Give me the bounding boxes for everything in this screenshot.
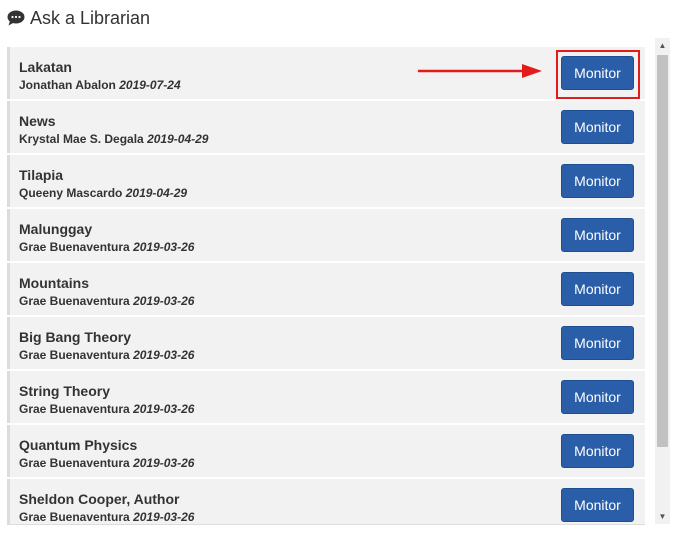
question-title: Lakatan: [19, 59, 72, 75]
scroll-down-arrow-icon[interactable]: ▼: [655, 509, 670, 524]
monitor-button[interactable]: Monitor: [561, 434, 634, 468]
list-item: Tilapia Queeny Mascardo 2019-04-29 Monitor: [7, 155, 645, 207]
question-author: Queeny Mascardo: [19, 186, 123, 200]
question-date: 2019-03-26: [133, 294, 195, 308]
list-item: News Krystal Mae S. Degala 2019-04-29 Moni…: [7, 101, 645, 153]
monitor-button[interactable]: Monitor: [561, 218, 634, 252]
monitor-button[interactable]: Monitor: [561, 326, 634, 360]
question-title: Malunggay: [19, 221, 93, 237]
question-meta: Jonathan Abalon 2019-07-24: [19, 78, 181, 92]
question-title: Sheldon Cooper, Author: [19, 491, 180, 507]
question-date: 2019-07-24: [119, 78, 181, 92]
question-author: Grae Buenaventura: [19, 348, 130, 362]
question-meta: Grae Buenaventura 2019-03-26: [19, 294, 194, 308]
question-meta: Queeny Mascardo 2019-04-29: [19, 186, 187, 200]
scrollbar-thumb[interactable]: [657, 55, 668, 447]
list-item: Malunggay Grae Buenaventura 2019-03-26 Mon…: [7, 209, 645, 261]
question-meta: Grae Buenaventura 2019-03-26: [19, 402, 194, 416]
chat-icon: [7, 10, 25, 26]
question-date: 2019-04-29: [125, 186, 188, 200]
question-title: Mountains: [19, 275, 89, 291]
question-author: Grae Buenaventura: [19, 510, 130, 524]
list-item: Quantum Physics Grae Buenaventura 2019-03…: [7, 425, 645, 477]
scrollbar[interactable]: ▲ ▼: [655, 38, 670, 524]
question-date: 2019-03-26: [133, 510, 195, 524]
question-author: Grae Buenaventura: [19, 402, 130, 416]
question-date: 2019-03-26: [133, 348, 195, 362]
question-date: 2019-03-26: [133, 456, 195, 470]
monitor-button[interactable]: Monitor: [561, 110, 634, 144]
monitor-button[interactable]: Monitor: [561, 272, 634, 306]
question-author: Grae Buenaventura: [19, 294, 130, 308]
question-meta: Grae Buenaventura 2019-03-26: [19, 510, 194, 524]
question-meta: Krystal Mae S. Degala 2019-04-29: [19, 132, 208, 146]
question-date: 2019-03-26: [133, 402, 195, 416]
question-date: 2019-03-26: [133, 240, 195, 254]
question-title: String Theory: [19, 383, 111, 399]
question-title: News: [19, 113, 56, 129]
question-author: Grae Buenaventura: [19, 456, 130, 470]
list-item: Mountains Grae Buenaventura 2019-03-26 Mon…: [7, 263, 645, 315]
monitor-button[interactable]: Monitor: [561, 488, 634, 522]
question-list: Lakatan Jonathan Abalon 2019-07-24 Monitor…: [7, 47, 645, 524]
monitor-button[interactable]: Monitor: [561, 164, 634, 198]
question-title: Quantum Physics: [19, 437, 138, 453]
list-item: Sheldon Cooper, Author Grae Buenaventura …: [7, 479, 645, 524]
question-list-viewport[interactable]: Lakatan Jonathan Abalon 2019-07-24 Monitor…: [7, 47, 645, 525]
question-title: Big Bang Theory: [19, 329, 132, 345]
ask-librarian-panel: Ask a Librarian Lakatan Jonathan Abalon 2…: [0, 0, 679, 533]
scroll-up-arrow-icon[interactable]: ▲: [655, 38, 670, 53]
question-meta: Grae Buenaventura 2019-03-26: [19, 456, 194, 470]
question-author: Krystal Mae S. Degala: [19, 132, 144, 146]
question-author: Jonathan Abalon: [19, 78, 116, 92]
question-meta: Grae Buenaventura 2019-03-26: [19, 348, 194, 362]
list-item: Lakatan Jonathan Abalon 2019-07-24 Monitor: [7, 47, 645, 99]
question-meta: Grae Buenaventura 2019-03-26: [19, 240, 194, 254]
question-date: 2019-04-29: [147, 132, 209, 146]
list-item: String Theory Grae Buenaventura 2019-03-2…: [7, 371, 645, 423]
panel-title: Ask a Librarian: [30, 7, 151, 28]
panel-header: Ask a Librarian: [7, 6, 150, 30]
question-title: Tilapia: [19, 167, 64, 183]
monitor-button[interactable]: Monitor: [561, 56, 634, 90]
question-author: Grae Buenaventura: [19, 240, 130, 254]
list-item: Big Bang Theory Grae Buenaventura 2019-03…: [7, 317, 645, 369]
monitor-button[interactable]: Monitor: [561, 380, 634, 414]
